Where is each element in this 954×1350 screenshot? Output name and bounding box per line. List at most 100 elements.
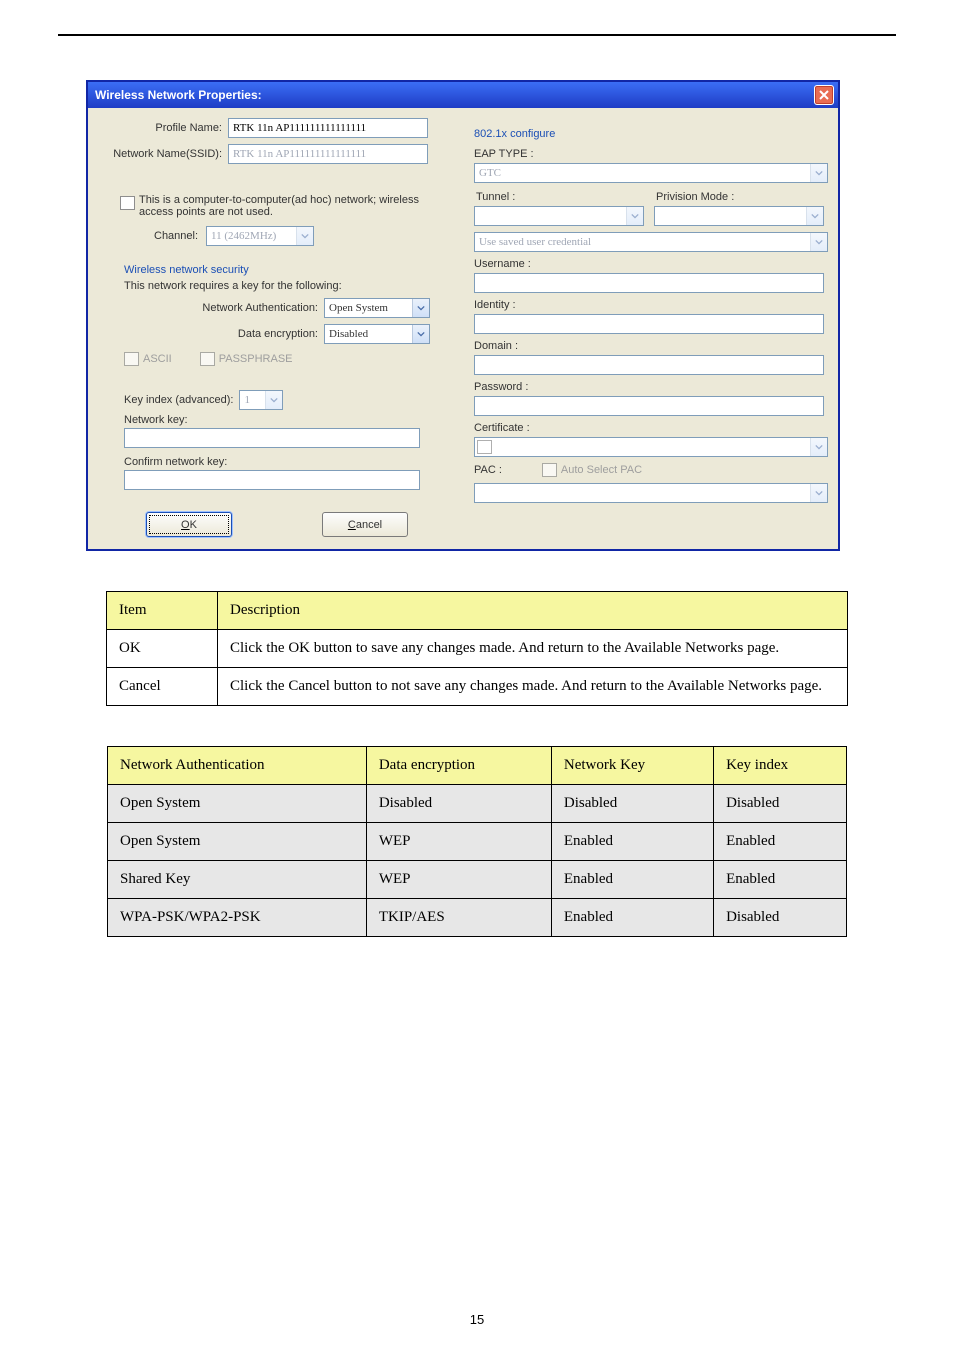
pac-select	[474, 483, 828, 503]
passphrase-label: PASSPHRASE	[219, 353, 293, 365]
confirm-key-input[interactable]	[124, 470, 420, 490]
domain-input	[474, 355, 824, 375]
table2-cell: Shared Key	[108, 861, 367, 899]
keyindex-label: Key index (advanced):	[124, 394, 233, 406]
ssid-label: Network Name(SSID):	[100, 148, 228, 160]
table2-cell: WEP	[366, 823, 551, 861]
password-label: Password :	[474, 381, 826, 393]
certificate-select	[474, 437, 828, 457]
enc-value: Disabled	[329, 328, 368, 340]
adhoc-checkbox-row[interactable]: This is a computer-to-computer(ad hoc) n…	[120, 194, 454, 218]
username-input	[474, 273, 824, 293]
chevron-down-icon	[265, 391, 282, 409]
username-label: Username :	[474, 258, 826, 270]
password-input	[474, 396, 824, 416]
channel-value: 11 (2462MHz)	[211, 230, 276, 242]
table2-h: Key index	[714, 747, 847, 785]
table1-cell: Cancel	[107, 668, 218, 706]
cancel-button[interactable]: Cancel	[322, 512, 408, 537]
auth-label: Network Authentication:	[202, 302, 318, 314]
table1-cell: OK	[107, 630, 218, 668]
confirm-key-label: Confirm network key:	[124, 456, 454, 468]
eap-type-select: GTC	[474, 163, 828, 183]
left-column: Profile Name: Network Name(SSID): This i…	[100, 118, 454, 537]
network-key-label: Network key:	[124, 414, 454, 426]
table2-cell: Open System	[108, 785, 367, 823]
8021x-group-label: 802.1x configure	[474, 128, 826, 140]
saved-credential-select: Use saved user credential	[474, 232, 828, 252]
passphrase-checkbox	[200, 352, 215, 366]
auth-matrix-table: Network Authentication Data encryption N…	[107, 746, 847, 937]
adhoc-label: This is a computer-to-computer(ad hoc) n…	[139, 194, 439, 218]
item-description-table: Item Description OK Click the OK button …	[106, 591, 848, 706]
security-group-label: Wireless network security	[124, 264, 454, 276]
chevron-down-icon	[296, 227, 313, 245]
page-number: 15	[470, 1312, 484, 1327]
table2-cell: WEP	[366, 861, 551, 899]
channel-label: Channel:	[154, 230, 198, 242]
saved-credential-value: Use saved user credential	[479, 236, 591, 248]
table1-cell: Click the OK button to save any changes …	[218, 630, 848, 668]
table2-cell: Open System	[108, 823, 367, 861]
channel-select: 11 (2462MHz)	[206, 226, 314, 246]
auth-select[interactable]: Open System	[324, 298, 430, 318]
adhoc-checkbox[interactable]	[120, 196, 135, 210]
chevron-down-icon	[810, 233, 827, 251]
pac-auto-label: Auto Select PAC	[561, 464, 642, 476]
table2-cell: Enabled	[714, 861, 847, 899]
chevron-down-icon[interactable]	[412, 299, 429, 317]
table2-cell: Disabled	[551, 785, 713, 823]
ascii-checkbox	[124, 352, 139, 366]
security-group-text: This network requires a key for the foll…	[124, 280, 454, 292]
table2-cell: Disabled	[714, 785, 847, 823]
horizontal-rule	[58, 34, 896, 36]
certificate-checkbox	[477, 440, 492, 454]
provision-mode-select	[654, 206, 824, 226]
table2-cell: Enabled	[551, 823, 713, 861]
table2-h: Data encryption	[366, 747, 551, 785]
eap-type-value: GTC	[479, 167, 501, 179]
table1-header-item: Item	[107, 592, 218, 630]
chevron-down-icon	[810, 484, 827, 502]
table2-cell: WPA-PSK/WPA2-PSK	[108, 899, 367, 937]
table1-header-desc: Description	[218, 592, 848, 630]
table2-cell: Enabled	[714, 823, 847, 861]
right-column: 802.1x configure EAP TYPE : GTC Tunnel :…	[472, 118, 826, 537]
domain-label: Domain :	[474, 340, 826, 352]
titlebar-text: Wireless Network Properties:	[95, 88, 262, 102]
profile-name-input[interactable]	[228, 118, 428, 138]
enc-label: Data encryption:	[238, 328, 318, 340]
pac-auto-checkbox	[542, 463, 557, 477]
identity-label: Identity :	[474, 299, 826, 311]
certificate-label: Certificate :	[474, 422, 826, 434]
table2-cell: TKIP/AES	[366, 899, 551, 937]
keyindex-select: 1	[239, 390, 283, 410]
table2-cell: Enabled	[551, 861, 713, 899]
eap-type-label: EAP TYPE :	[474, 148, 826, 160]
close-icon[interactable]	[814, 85, 834, 105]
chevron-down-icon	[810, 164, 827, 182]
wireless-properties-dialog: Wireless Network Properties: Profile Nam…	[86, 80, 840, 551]
enc-select[interactable]: Disabled	[324, 324, 430, 344]
ascii-label: ASCII	[143, 353, 172, 365]
pac-label: PAC :	[474, 464, 502, 476]
tunnel-label: Tunnel :	[476, 191, 644, 203]
table2-h: Network Authentication	[108, 747, 367, 785]
tunnel-select	[474, 206, 644, 226]
chevron-down-icon[interactable]	[412, 325, 429, 343]
identity-input	[474, 314, 824, 334]
auth-value: Open System	[329, 302, 388, 314]
chevron-down-icon	[626, 207, 643, 225]
chevron-down-icon	[806, 207, 823, 225]
keyindex-value: 1	[244, 394, 250, 406]
network-key-input[interactable]	[124, 428, 420, 448]
chevron-down-icon	[810, 438, 827, 456]
table2-cell: Disabled	[714, 899, 847, 937]
titlebar: Wireless Network Properties:	[88, 82, 838, 108]
table2-h: Network Key	[551, 747, 713, 785]
profile-name-label: Profile Name:	[100, 122, 228, 134]
ssid-input	[228, 144, 428, 164]
ok-button[interactable]: OK	[146, 512, 232, 537]
table2-cell: Enabled	[551, 899, 713, 937]
table1-cell: Click the Cancel button to not save any …	[218, 668, 848, 706]
